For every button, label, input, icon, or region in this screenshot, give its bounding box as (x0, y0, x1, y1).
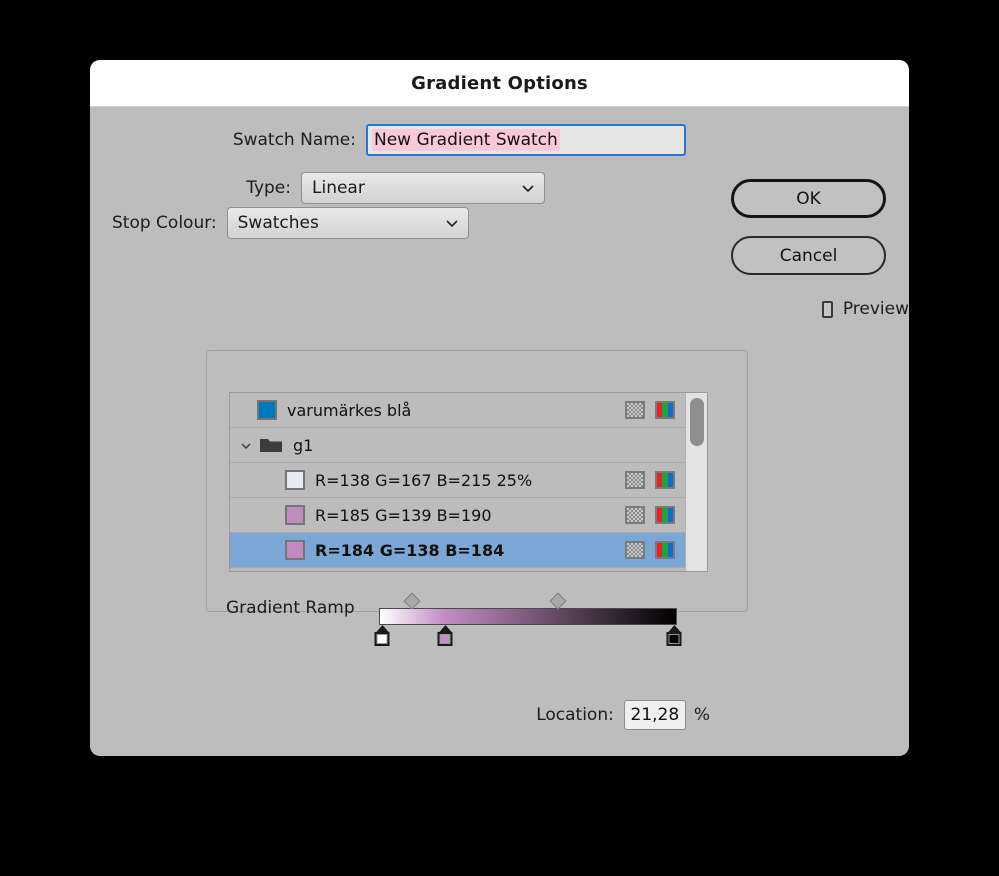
swatch-color-chip (285, 470, 305, 490)
gradient-midpoint-marker[interactable] (403, 592, 421, 610)
list-item[interactable]: varumärkes blå (230, 393, 685, 428)
dialog-actions: OK Cancel Preview (731, 107, 909, 319)
preview-row[interactable]: Preview (822, 299, 909, 319)
location-row: Location: 21,28 % (90, 700, 710, 730)
process-dots-icon (625, 541, 645, 559)
swatch-name-row: Swatch Name: New Gradient Swatch (90, 124, 690, 156)
gradient-stop-end[interactable] (666, 625, 682, 646)
preview-label: Preview (842, 299, 909, 319)
gradient-ramp-label: Gradient Ramp (226, 598, 355, 618)
stop-colour-row: Stop Colour: Swatches (112, 207, 473, 239)
process-dots-icon (625, 506, 645, 524)
swatch-label: R=184 G=138 B=184 (315, 540, 505, 560)
location-input[interactable]: 21,28 (623, 700, 686, 730)
rgb-stripes-icon (655, 506, 675, 524)
swatch-list[interactable]: varumärkes blå g1 R=138 G=167 B=215 25% … (229, 392, 708, 572)
process-dots-icon (625, 471, 645, 489)
rgb-stripes-icon (655, 471, 675, 489)
swatch-color-chip (285, 540, 305, 560)
dialog-body: Swatch Name: New Gradient Swatch Type: L… (90, 107, 909, 756)
row-icons (625, 541, 675, 559)
stop-colour-select-value: Swatches (237, 213, 319, 233)
list-item-selected[interactable]: R=184 G=138 B=184 (230, 533, 685, 568)
row-icons (625, 506, 675, 524)
type-row: Type: Linear (90, 172, 690, 204)
swatch-name-value: New Gradient Swatch (372, 129, 560, 151)
gradient-stop-middle[interactable] (437, 625, 453, 646)
scrollbar-thumb[interactable] (690, 398, 704, 446)
chevron-down-icon (520, 180, 536, 196)
swatch-color-chip (257, 400, 277, 420)
swatch-label: R=138 G=167 B=215 25% (315, 470, 533, 490)
type-select[interactable]: Linear (301, 172, 545, 204)
stop-colour-select[interactable]: Swatches (226, 207, 469, 239)
swatch-name-label: Swatch Name: (232, 130, 356, 150)
process-dots-icon (625, 401, 645, 419)
gradient-midpoint-marker[interactable] (549, 592, 567, 610)
folder-label: g1 (293, 435, 314, 455)
swatch-label: R=185 G=139 B=190 (315, 505, 492, 525)
chevron-down-icon (444, 215, 460, 231)
cancel-button[interactable]: Cancel (731, 236, 886, 275)
swatch-label: varumärkes blå (287, 400, 412, 420)
swatch-name-input[interactable]: New Gradient Swatch (366, 124, 686, 156)
rgb-stripes-icon (655, 541, 675, 559)
row-icons (625, 471, 675, 489)
type-select-value: Linear (312, 178, 365, 198)
swatch-list-scrollbar[interactable] (685, 393, 707, 571)
preview-checkbox[interactable] (822, 300, 833, 318)
list-item-folder[interactable]: g1 (230, 428, 685, 463)
swatch-list-rows: varumärkes blå g1 R=138 G=167 B=215 25% … (230, 393, 685, 571)
location-unit: % (693, 705, 710, 725)
gradient-stop-start[interactable] (374, 625, 390, 646)
location-label: Location: (536, 705, 614, 725)
dialog-titlebar: Gradient Options (90, 60, 909, 107)
row-icons (625, 401, 675, 419)
type-label: Type: (246, 178, 291, 198)
gradient-options-dialog: Gradient Options Swatch Name: New Gradie… (90, 60, 909, 756)
stop-colour-label: Stop Colour: (112, 213, 217, 233)
dialog-title: Gradient Options (411, 72, 588, 94)
ok-button[interactable]: OK (731, 179, 886, 218)
chevron-down-icon[interactable] (239, 438, 253, 452)
list-item[interactable]: R=185 G=139 B=190 (230, 498, 685, 533)
gradient-ramp-bar[interactable] (379, 608, 677, 625)
gradient-ramp-control[interactable] (374, 589, 682, 646)
rgb-stripes-icon (655, 401, 675, 419)
folder-icon (259, 436, 283, 454)
list-item[interactable]: R=138 G=167 B=215 25% (230, 463, 685, 498)
swatch-color-chip (285, 505, 305, 525)
